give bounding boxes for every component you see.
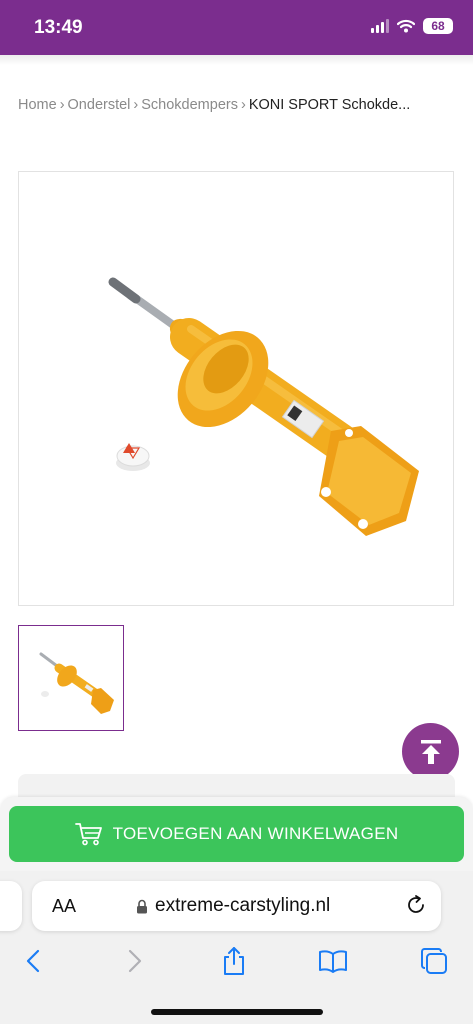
wifi-icon bbox=[397, 19, 415, 33]
reload-button[interactable] bbox=[405, 894, 427, 921]
breadcrumb-schokdempers[interactable]: Schokdempers bbox=[141, 97, 238, 113]
forward-icon bbox=[128, 949, 142, 973]
share-button[interactable] bbox=[219, 946, 249, 976]
tabs-icon bbox=[421, 948, 447, 974]
cellular-signal-icon bbox=[371, 19, 389, 33]
status-time: 13:49 bbox=[34, 17, 83, 38]
breadcrumb: Home › Onderstel › Schokdempers › KONI SPORT S… bbox=[18, 97, 410, 113]
status-bar: 13:49 68 bbox=[0, 0, 473, 55]
battery-icon: 68 bbox=[423, 18, 453, 34]
bookmarks-icon bbox=[319, 950, 347, 973]
reload-icon bbox=[408, 895, 424, 913]
back-icon bbox=[26, 949, 40, 973]
url-text: extreme-carstyling.nl bbox=[155, 895, 331, 916]
home-indicator bbox=[151, 1009, 323, 1015]
text-size-button[interactable]: AA bbox=[52, 896, 76, 917]
product-image[interactable] bbox=[18, 171, 454, 606]
add-to-cart-button[interactable]: TOEVOEGEN AAN WINKELWAGEN bbox=[9, 806, 464, 862]
address-bar[interactable]: AA extreme-carstyling.nl bbox=[32, 881, 441, 931]
breadcrumb-onderstel[interactable]: Onderstel bbox=[68, 97, 131, 113]
header-shadow bbox=[0, 55, 473, 65]
breadcrumb-separator: › bbox=[240, 97, 246, 113]
breadcrumb-current: KONI SPORT Schokde... bbox=[248, 97, 411, 113]
previous-tab-preview[interactable] bbox=[0, 881, 22, 931]
tabs-button[interactable] bbox=[419, 946, 449, 976]
lock-icon bbox=[137, 899, 147, 913]
bookmarks-button[interactable] bbox=[318, 946, 348, 976]
shock-absorber-thumbnail bbox=[39, 652, 114, 714]
breadcrumb-separator: › bbox=[133, 97, 139, 113]
breadcrumb-home[interactable]: Home bbox=[18, 97, 57, 113]
shock-absorber-image bbox=[108, 277, 419, 536]
cart-icon bbox=[74, 823, 102, 846]
breadcrumb-separator: › bbox=[59, 97, 65, 113]
back-to-top-button[interactable] bbox=[402, 723, 459, 780]
arrow-up-to-top-icon bbox=[420, 739, 441, 764]
share-icon bbox=[224, 947, 244, 975]
url-display[interactable]: extreme-carstyling.nl bbox=[136, 895, 330, 917]
back-button[interactable] bbox=[18, 946, 48, 976]
product-thumbnail[interactable] bbox=[18, 625, 124, 731]
status-icons: 68 bbox=[371, 18, 453, 34]
forward-button[interactable] bbox=[120, 946, 150, 976]
add-to-cart-label: TOEVOEGEN AAN WINKELWAGEN bbox=[112, 824, 399, 843]
